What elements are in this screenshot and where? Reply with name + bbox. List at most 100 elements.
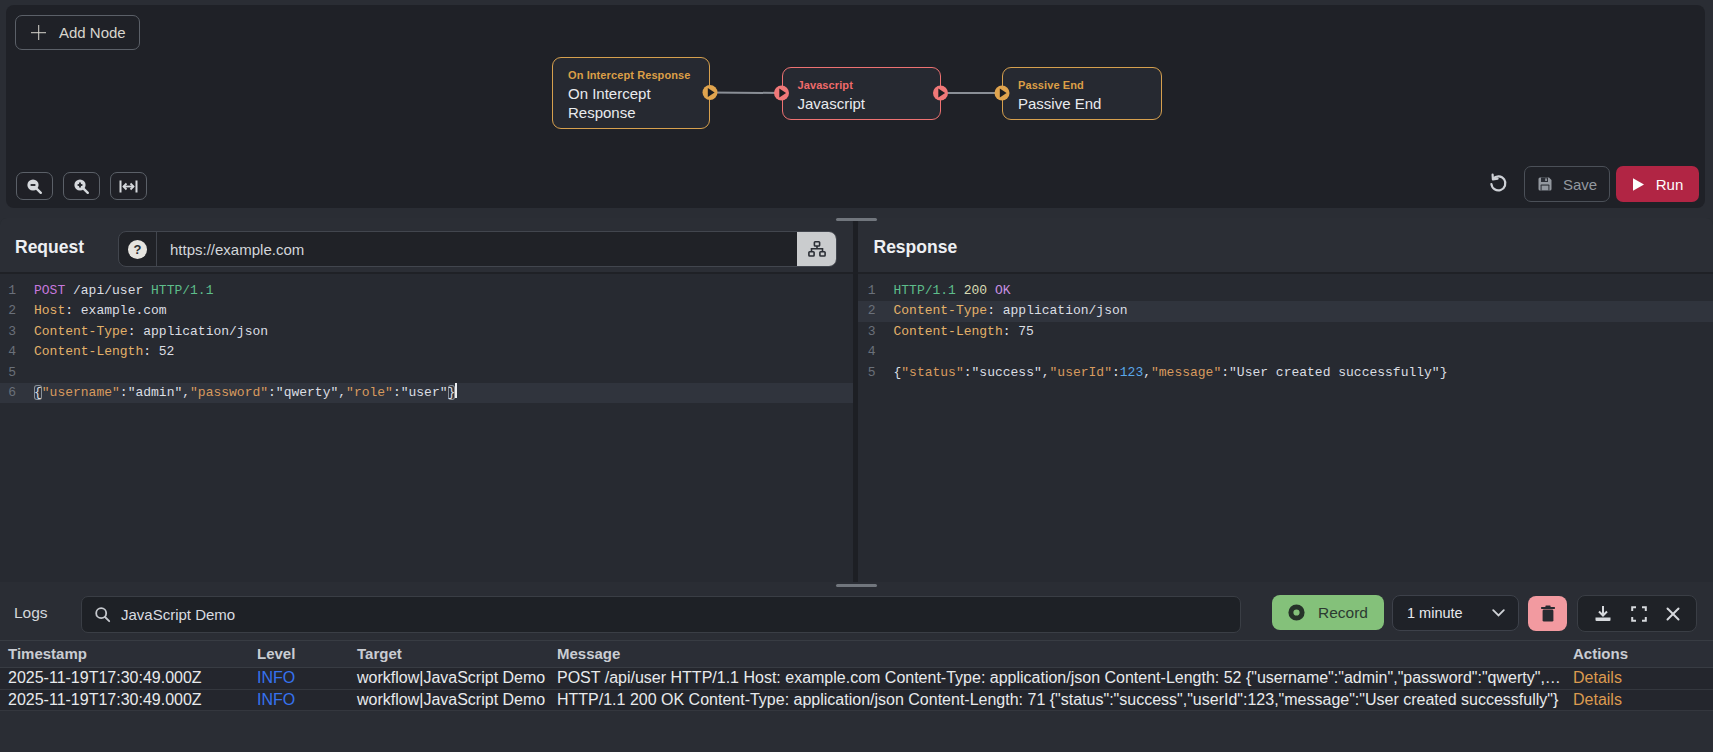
request-title: Request [15,237,84,258]
play-icon [1632,177,1645,192]
zoom-out-button[interactable] [16,172,53,200]
zoom-out-icon [26,178,43,195]
editor-line: 4 [858,342,1713,362]
editor-line: 3Content-Type: application/json [0,322,853,342]
close-logs-button[interactable] [1666,607,1680,621]
fit-width-button[interactable] [110,172,147,200]
node-type-label: Javascript [798,78,926,92]
column-header-target[interactable]: Target [357,641,402,667]
download-logs-button[interactable] [1594,605,1612,622]
fullscreen-icon [1631,606,1647,622]
workflow-canvas[interactable]: On Intercept Response On Intercept Respon… [6,5,1705,208]
editor-line: 5 [0,363,853,383]
undo-icon [1488,173,1508,193]
logs-title: Logs [14,604,48,622]
editor-line: 2 Host: example.com [0,301,853,321]
cell-message: HTTP/1.1 200 OK Content-Type: applicatio… [557,690,1566,711]
editor-line: 3 Content-Length: 75 [858,322,1713,342]
log-row[interactable]: 2025-11-19T17:30:49.000Z INFO workflow|Jav… [0,668,1713,690]
logs-resize-handle[interactable] [836,584,877,587]
cell-timestamp: 2025-11-19T17:30:49.000Z [8,668,202,689]
editor-line: 5{"status":"success","userId":123,"messa… [858,363,1713,383]
editor-line: 4Content-Length: 52 [0,342,853,362]
node-type-label: On Intercept Response [568,68,695,82]
run-button[interactable]: Run [1616,166,1699,202]
details-link[interactable]: Details [1573,690,1622,711]
code-line: HTTP/1.1 200 OK [894,281,1011,301]
run-label: Run [1656,176,1684,193]
record-dot-icon [1288,604,1305,621]
fit-width-icon [119,179,138,194]
zoom-in-button[interactable] [63,172,100,200]
response-header: Response [858,218,1713,274]
workflow-node-passive-end[interactable]: Passive End Passive End [1002,67,1162,120]
floppy-icon [1537,176,1553,192]
code-line: {"username":"admin","password":"qwerty",… [34,383,457,403]
code-line: POST /api/user HTTP/1.1 [34,281,213,301]
response-title: Response [874,237,958,258]
zoom-in-icon [73,178,90,195]
add-node-label: Add Node [59,24,126,41]
line-number: 5 [0,363,16,383]
close-icon [1666,607,1680,621]
clear-logs-button[interactable] [1528,596,1567,631]
response-editor[interactable]: 1 HTTP/1.1 200 OK2Content-Type: applicati… [858,274,1713,383]
save-button[interactable]: Save [1524,166,1610,202]
interval-select[interactable]: 1 minute [1392,595,1519,631]
question-icon: ? [128,240,147,259]
editor-line: 2Content-Type: application/json [858,301,1713,321]
workflow-node-on-intercept-response[interactable]: On Intercept Response On Intercept Respon… [552,57,710,129]
reset-view-button[interactable] [1487,172,1509,194]
code-line: Host: example.com [34,301,167,321]
code-line: Content-Type: application/json [894,301,1128,321]
canvas-resize-handle[interactable] [836,218,877,221]
editor-line: 6 {"username":"admin","password":"qwerty"… [0,383,853,403]
line-number: 2 [0,301,16,321]
log-row[interactable]: 2025-11-19T17:30:49.000ZINFOworkflow|Jav… [0,690,1713,712]
save-label: Save [1563,176,1597,193]
editor-line: 1 POST /api/user HTTP/1.1 [0,281,853,301]
line-number: 4 [858,342,876,362]
column-header-level[interactable]: Level [257,641,295,667]
code-line: Content-Length: 52 [34,342,174,362]
search-icon [94,606,111,623]
logs-table-header: Timestamp Level Target Message Actions [0,640,1713,668]
url-input[interactable] [157,232,797,266]
cell-level: INFO [257,668,295,689]
pane-divider[interactable] [853,218,858,582]
workflow-node-javascript[interactable]: Javascript Javascript [782,67,941,120]
cell-message: POST /api/user HTTP/1.1 Host: example.co… [557,668,1566,689]
interval-value: 1 minute [1407,605,1463,621]
cell-timestamp: 2025-11-19T17:30:49.000Z [8,690,202,711]
download-icon [1594,605,1612,622]
record-button[interactable]: Record [1272,595,1384,630]
node-title: Passive End [1018,94,1147,113]
request-editor[interactable]: 1 POST /api/user HTTP/1.1 2 Host: example.c… [0,274,853,403]
chevron-down-icon [1492,609,1505,617]
line-number: 6 [0,383,16,403]
trash-icon [1540,605,1556,622]
node-type-label: Passive End [1018,78,1147,92]
line-number: 1 [858,281,876,301]
column-header-timestamp[interactable]: Timestamp [8,641,87,667]
details-link[interactable]: Details [1573,668,1622,689]
node-title: Javascript [798,94,926,113]
log-search-input[interactable] [121,606,1240,623]
plus-icon [31,25,46,40]
code-line: Content-Type: application/json [34,322,268,342]
request-header: Request ? [0,218,853,274]
logs-action-group [1577,595,1697,632]
add-node-button[interactable]: Add Node [15,15,140,50]
cell-target: workflow|JavaScript Demo [357,668,545,689]
line-number: 5 [858,363,876,383]
column-header-actions[interactable]: Actions [1573,641,1628,667]
url-help-button[interactable]: ? [119,232,157,266]
cell-level: INFO [257,690,295,711]
line-number: 3 [858,322,876,342]
fullscreen-button[interactable] [1631,606,1647,622]
column-header-message[interactable]: Message [557,641,620,667]
code-line: Content-Length: 75 [894,322,1034,342]
url-sitemap-button[interactable] [797,232,836,266]
node-title: On Intercept Response [568,84,695,122]
line-number: 1 [0,281,16,301]
